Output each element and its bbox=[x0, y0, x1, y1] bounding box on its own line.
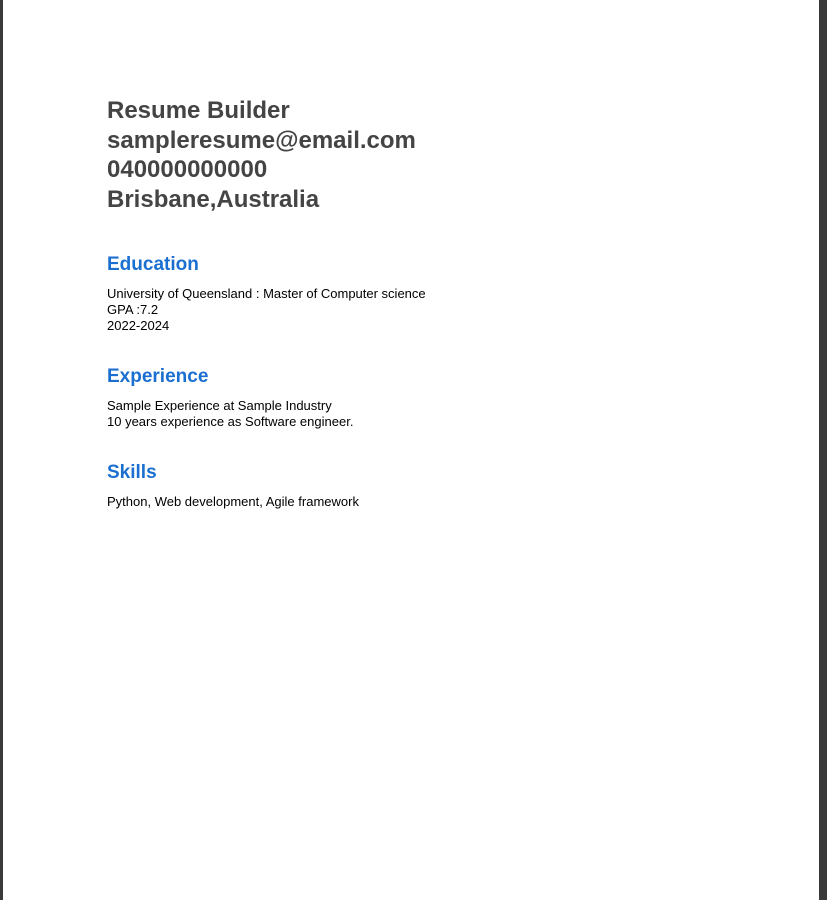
resume-email: sampleresume@email.com bbox=[107, 126, 416, 154]
resume-page: Resume Builder sampleresume@email.com 04… bbox=[3, 0, 819, 900]
skills-section: Python, Web development, Agile framework bbox=[107, 494, 359, 510]
experience-line: 10 years experience as Software engineer… bbox=[107, 414, 354, 429]
education-line: 2022-2024 bbox=[107, 318, 170, 333]
education-line: University of Queensland : Master of Com… bbox=[107, 286, 426, 301]
skills-line: Python, Web development, Agile framework bbox=[107, 494, 359, 509]
education-section: University of Queensland : Master of Com… bbox=[107, 286, 426, 334]
skills-heading: Skills bbox=[107, 462, 157, 483]
experience-section: Sample Experience at Sample Industry 10 … bbox=[107, 398, 353, 430]
education-line: GPA :7.2 bbox=[107, 302, 159, 317]
resume-header: Resume Builder sampleresume@email.com 04… bbox=[107, 96, 416, 214]
resume-name: Resume Builder bbox=[107, 97, 290, 124]
resume-location: Brisbane,Australia bbox=[107, 185, 320, 213]
experience-line: Sample Experience at Sample Industry bbox=[107, 398, 332, 413]
experience-heading: Experience bbox=[107, 366, 209, 387]
viewer-scrollbar-track[interactable] bbox=[819, 0, 827, 900]
resume-phone: 040000000000 bbox=[107, 156, 268, 183]
education-heading: Education bbox=[107, 254, 199, 275]
